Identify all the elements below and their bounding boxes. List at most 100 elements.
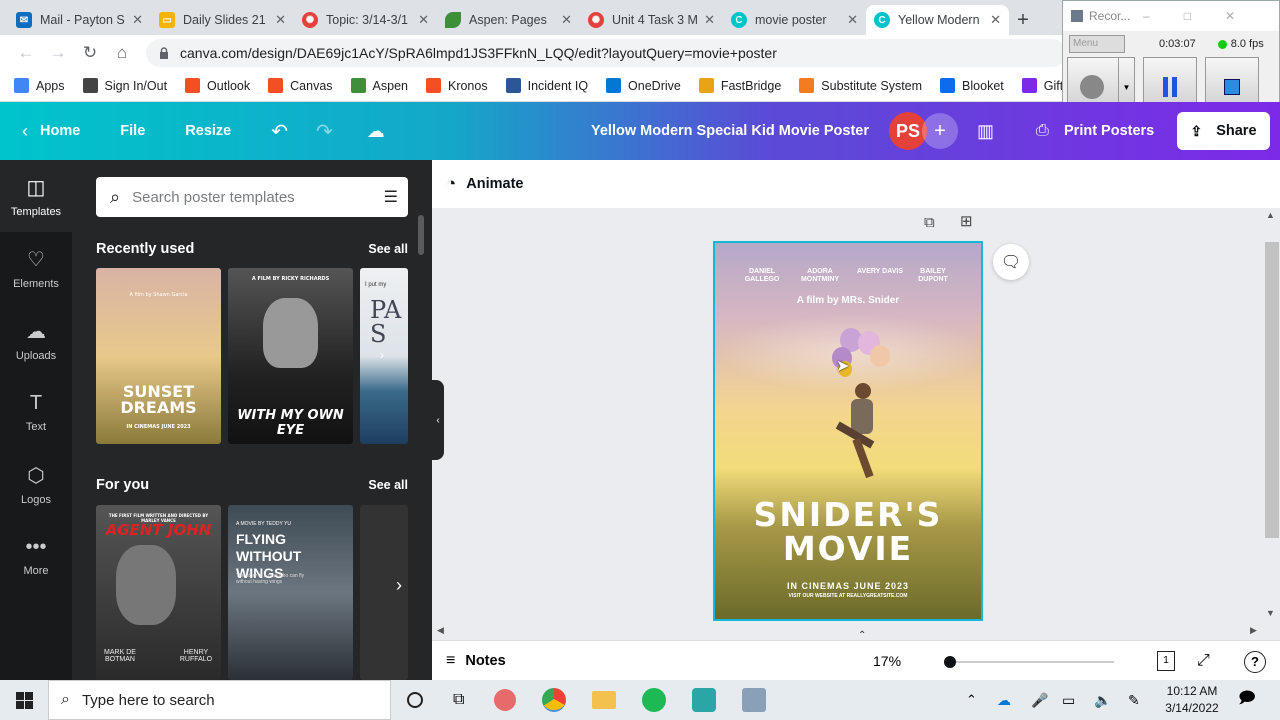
cortana-icon[interactable] bbox=[407, 692, 423, 708]
sidebar-item-uploads[interactable]: ☁ Uploads bbox=[0, 304, 72, 376]
bookmark-sign-in-out[interactable]: Sign In/Out bbox=[82, 78, 167, 93]
start-button[interactable] bbox=[0, 680, 48, 720]
template-thumbnail[interactable]: THE FIRST FILM WRITTEN AND DIRECTED BY M… bbox=[96, 505, 221, 680]
tab-movie-poster[interactable]: Cmovie poster ✕ bbox=[723, 5, 866, 35]
add-comment-icon[interactable]: 🗨 bbox=[993, 244, 1029, 280]
animate-button[interactable]: Animate bbox=[466, 176, 523, 192]
scroll-up-icon[interactable]: ▲ bbox=[1266, 210, 1275, 220]
home-icon[interactable]: ⌂ bbox=[106, 43, 138, 63]
pen-icon[interactable]: ✎ bbox=[1128, 692, 1140, 709]
new-tab-button[interactable]: + bbox=[1009, 5, 1037, 35]
chevron-up-icon[interactable]: ⌃ bbox=[966, 692, 977, 708]
bookmark-canvas[interactable]: Canvas bbox=[268, 78, 333, 93]
bookmark-substitute-system[interactable]: Substitute System bbox=[799, 78, 922, 93]
scroll-left-icon[interactable]: ◀ bbox=[437, 625, 444, 636]
bookmark-aspen[interactable]: Aspen bbox=[350, 78, 408, 93]
undo-icon[interactable]: ↶ bbox=[271, 119, 288, 144]
collapse-panel-button[interactable]: ‹ bbox=[432, 380, 444, 460]
tab-daily-slides[interactable]: ▭ Daily Slides 21 ✕ bbox=[151, 5, 294, 35]
duplicate-page-icon[interactable]: ⧉ bbox=[924, 214, 935, 231]
chevron-left-icon[interactable]: ‹ bbox=[22, 121, 28, 142]
zoom-level[interactable]: 17% bbox=[873, 653, 901, 669]
template-thumbnail[interactable]: A FILM BY RICKY RICHARDS WITH MY OWN EYE bbox=[228, 268, 353, 444]
bookmark-onedrive[interactable]: OneDrive bbox=[606, 78, 681, 93]
cast-name[interactable]: AVERY DAVIS bbox=[855, 268, 905, 276]
notifications-icon[interactable]: 🗩 bbox=[1238, 687, 1256, 714]
zoom-slider-track[interactable] bbox=[948, 661, 1114, 663]
search-input[interactable]: Search poster templates bbox=[132, 189, 295, 206]
template-thumbnail[interactable]: A MOVIE BY TEDDY YU FLYING WITHOUT WINGS… bbox=[228, 505, 353, 680]
url-field[interactable]: canva.com/design/DAE69jc1AcY/SpRA6lmpd1J… bbox=[146, 38, 1066, 67]
poster-release-date[interactable]: IN CINEMAS JUNE 2023 bbox=[715, 581, 981, 591]
panel-scrollbar[interactable] bbox=[418, 215, 424, 255]
close-icon[interactable]: ✕ bbox=[418, 12, 429, 28]
close-icon[interactable]: ✕ bbox=[990, 12, 1001, 28]
spotify-icon[interactable] bbox=[642, 688, 667, 712]
taskbar-search[interactable]: ⌕ Type here to search bbox=[48, 680, 391, 720]
print-posters-button[interactable]: Print Posters bbox=[1064, 123, 1154, 139]
see-all-for-you-link[interactable]: See all bbox=[368, 478, 408, 492]
home-button[interactable]: Home bbox=[40, 123, 80, 139]
poster-byline[interactable]: A film by MRs. Snider bbox=[715, 295, 981, 306]
tab-yellow-modern[interactable]: C Yellow Modern ✕ bbox=[866, 5, 1009, 35]
scroll-down-icon[interactable]: ▼ bbox=[1266, 608, 1275, 618]
cast-name[interactable]: ADORA MONTMINY bbox=[795, 268, 845, 284]
recorder-taskbar-icon[interactable] bbox=[742, 688, 767, 712]
notepad-icon[interactable] bbox=[692, 688, 717, 712]
cast-name[interactable]: BAILEY DUPONT bbox=[908, 268, 958, 284]
close-icon[interactable]: ✕ bbox=[561, 12, 572, 28]
snip-tool-icon[interactable] bbox=[494, 689, 517, 711]
chevron-right-icon[interactable]: › bbox=[380, 348, 384, 362]
chrome-icon[interactable] bbox=[542, 688, 567, 712]
chevron-right-icon[interactable]: › bbox=[396, 575, 402, 596]
notes-button[interactable]: Notes bbox=[465, 653, 505, 669]
bookmark-blooket[interactable]: Blooket bbox=[940, 78, 1004, 93]
document-title[interactable]: Yellow Modern Special Kid Movie Poster bbox=[591, 123, 869, 139]
page-count-icon[interactable]: 1 bbox=[1157, 651, 1175, 671]
bookmark-kronos[interactable]: Kronos bbox=[425, 78, 488, 93]
poster-title-line2[interactable]: MOVIE bbox=[715, 532, 981, 566]
close-icon[interactable]: ✕ bbox=[132, 12, 143, 28]
insights-icon[interactable]: ▥ bbox=[977, 121, 994, 142]
see-all-recent-link[interactable]: See all bbox=[368, 242, 408, 256]
cast-name[interactable]: DANIEL GALLEGO bbox=[737, 268, 787, 284]
clock[interactable]: 10:12 AM 3/14/2022 bbox=[1158, 683, 1226, 717]
add-page-icon[interactable]: ⊞ bbox=[960, 212, 973, 230]
tab-topic[interactable]: ✺ Topic: 3/14-3/1 ✕ bbox=[294, 5, 437, 35]
template-search[interactable]: ⌕ Search poster templates ☰ bbox=[96, 177, 408, 217]
tab-aspen[interactable]: Aspen: Pages ✕ bbox=[437, 5, 580, 35]
template-thumbnail[interactable]: I put my PA S › bbox=[360, 268, 408, 444]
bookmark-fastbridge[interactable]: FastBridge bbox=[698, 78, 781, 93]
sidebar-item-more[interactable]: ••• More bbox=[0, 520, 72, 592]
poster-website[interactable]: VISIT OUR WEBSITE AT REALLYGREATSITE.COM bbox=[715, 593, 981, 599]
poster-canvas[interactable]: DANIEL GALLEGO ADORA MONTMINY AVERY DAVI… bbox=[713, 241, 983, 621]
zoom-slider-handle[interactable] bbox=[944, 656, 956, 668]
template-thumbnail[interactable]: A film by Shawn Garcia SUNSET DREAMS IN … bbox=[96, 268, 221, 444]
close-icon[interactable]: ✕ bbox=[847, 12, 858, 28]
window-controls[interactable]: –□✕ bbox=[1143, 9, 1269, 23]
onedrive-icon[interactable]: ☁ bbox=[997, 692, 1011, 709]
sidebar-item-templates[interactable]: ◫ Templates bbox=[0, 160, 72, 232]
battery-icon[interactable]: ▭ bbox=[1062, 692, 1075, 709]
forward-icon[interactable]: → bbox=[42, 43, 74, 63]
bookmark-outlook[interactable]: Outlook bbox=[185, 78, 250, 93]
add-collaborator-icon[interactable]: + bbox=[922, 113, 958, 149]
tab-mail[interactable]: ✉ Mail - Payton S ✕ bbox=[8, 5, 151, 35]
share-button[interactable]: ⇪ Share bbox=[1177, 112, 1270, 150]
redo-icon[interactable]: ↷ bbox=[316, 119, 333, 144]
scroll-right-icon[interactable]: ▶ bbox=[1250, 625, 1257, 636]
help-icon[interactable]: ? bbox=[1244, 651, 1266, 673]
poster-title-line1[interactable]: SNIDER'S bbox=[715, 498, 981, 532]
fullscreen-icon[interactable]: ⤢ bbox=[1197, 652, 1210, 670]
bookmark-incident-iq[interactable]: Incident IQ bbox=[505, 78, 588, 93]
template-thumbnail[interactable]: › bbox=[360, 505, 408, 680]
sidebar-item-elements[interactable]: ♡ Elements bbox=[0, 232, 72, 304]
sidebar-item-text[interactable]: T Text bbox=[0, 376, 72, 448]
close-icon[interactable]: ✕ bbox=[704, 12, 715, 28]
file-menu-button[interactable]: File bbox=[120, 123, 145, 139]
back-icon[interactable]: ← bbox=[10, 43, 42, 63]
sidebar-item-logos[interactable]: ⬡ Logos bbox=[0, 448, 72, 520]
file-explorer-icon[interactable] bbox=[592, 691, 617, 709]
canvas-scrollbar[interactable] bbox=[1265, 242, 1279, 538]
taskbar-search-input[interactable]: Type here to search bbox=[82, 692, 215, 709]
